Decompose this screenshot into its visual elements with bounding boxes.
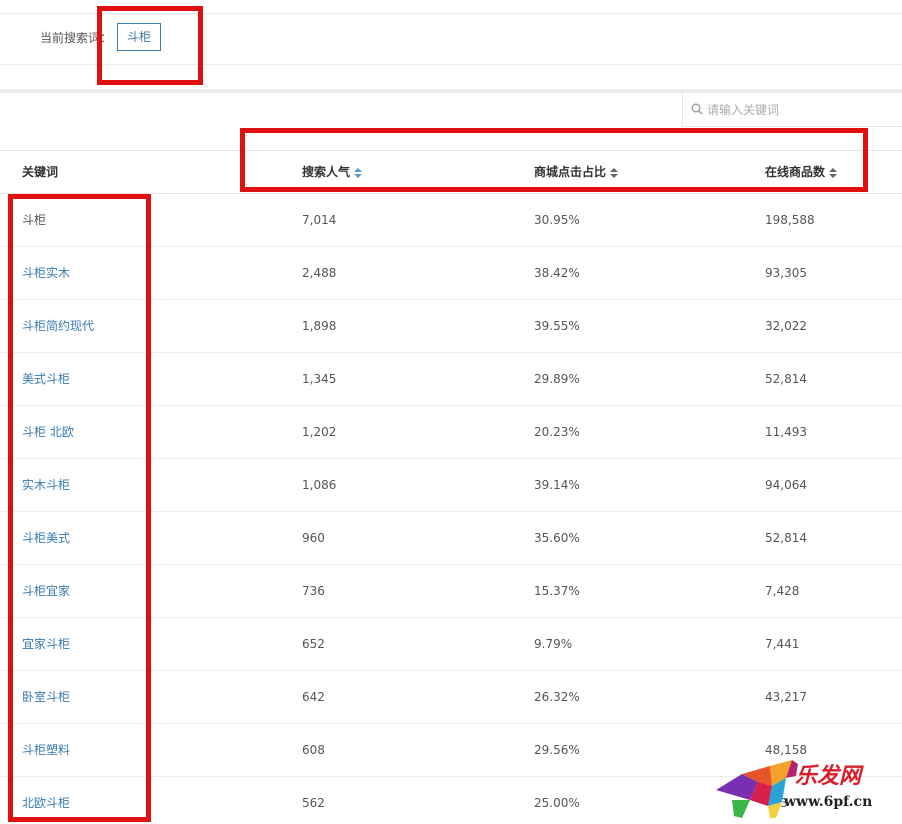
click-ratio-cell: 26.32% <box>534 670 765 724</box>
top-divider <box>0 13 902 14</box>
keyword-link[interactable]: 北欧斗柜 <box>0 776 302 824</box>
table-header-row: 关键词 搜索人气 商城点击占比 在线商品数 <box>0 151 902 194</box>
popularity-cell: 1,202 <box>302 405 534 459</box>
keyword-link[interactable]: 宜家斗柜 <box>0 617 302 671</box>
fox-logo-icon <box>716 760 798 818</box>
popularity-cell: 562 <box>302 776 534 824</box>
watermark-title: 乐发网 <box>795 763 862 789</box>
keyword-cell: 斗柜 <box>0 193 302 247</box>
click-ratio-cell: 35.60% <box>534 511 765 565</box>
online-items-cell: 32,022 <box>765 299 902 353</box>
section-divider <box>0 64 902 65</box>
current-search-label: 当前搜索词： <box>40 31 113 45</box>
popularity-cell: 1,345 <box>302 352 534 406</box>
keyword-table: 关键词 搜索人气 商城点击占比 在线商品数 斗柜 7,014 30.95% 19… <box>0 151 902 824</box>
keyword-link[interactable]: 斗柜美式 <box>0 511 302 565</box>
keyword-filter-input[interactable] <box>707 99 897 121</box>
table-row: 斗柜宜家 736 15.37% 7,428 <box>0 564 902 618</box>
keyword-link[interactable]: 斗柜实木 <box>0 246 302 300</box>
online-items-cell: 94,064 <box>765 458 902 512</box>
keyword-link[interactable]: 斗柜塑料 <box>0 723 302 777</box>
popularity-cell: 2,488 <box>302 246 534 300</box>
table-row: 斗柜简约现代 1,898 39.55% 32,022 <box>0 299 902 353</box>
popularity-cell: 960 <box>302 511 534 565</box>
table-row: 斗柜 北欧 1,202 20.23% 11,493 <box>0 405 902 459</box>
column-header-keyword: 关键词 <box>0 151 302 194</box>
online-items-cell: 7,428 <box>765 564 902 618</box>
online-items-cell: 52,814 <box>765 352 902 406</box>
click-ratio-cell: 15.37% <box>534 564 765 618</box>
click-ratio-cell: 29.89% <box>534 352 765 406</box>
click-ratio-cell: 38.42% <box>534 246 765 300</box>
search-icon <box>691 103 703 115</box>
table-row: 斗柜 7,014 30.95% 198,588 <box>0 193 902 247</box>
sort-icon[interactable] <box>354 167 363 178</box>
click-ratio-cell: 39.14% <box>534 458 765 512</box>
column-header-popularity[interactable]: 搜索人气 <box>302 151 534 194</box>
sort-icon[interactable] <box>610 167 619 178</box>
popularity-cell: 1,898 <box>302 299 534 353</box>
keyword-filter <box>682 93 902 127</box>
popularity-cell: 736 <box>302 564 534 618</box>
popularity-cell: 642 <box>302 670 534 724</box>
table-row: 美式斗柜 1,345 29.89% 52,814 <box>0 352 902 406</box>
watermark-url: www.6pf.cn <box>784 794 873 810</box>
click-ratio-cell: 30.95% <box>534 193 765 247</box>
online-items-cell: 7,441 <box>765 617 902 671</box>
table-row: 实木斗柜 1,086 39.14% 94,064 <box>0 458 902 512</box>
table-row: 斗柜实木 2,488 38.42% 93,305 <box>0 246 902 300</box>
click-ratio-cell: 20.23% <box>534 405 765 459</box>
keyword-link[interactable]: 实木斗柜 <box>0 458 302 512</box>
popularity-cell: 1,086 <box>302 458 534 512</box>
online-items-cell: 198,588 <box>765 193 902 247</box>
column-header-click-ratio[interactable]: 商城点击占比 <box>534 151 765 194</box>
sort-icon[interactable] <box>829 167 838 178</box>
current-search-tag[interactable]: 斗柜 <box>117 23 161 51</box>
keyword-link[interactable]: 斗柜 北欧 <box>0 405 302 459</box>
keyword-link[interactable]: 斗柜宜家 <box>0 564 302 618</box>
online-items-cell: 52,814 <box>765 511 902 565</box>
popularity-cell: 608 <box>302 723 534 777</box>
keyword-link[interactable]: 斗柜简约现代 <box>0 299 302 353</box>
popularity-cell: 7,014 <box>302 193 534 247</box>
keyword-link[interactable]: 卧室斗柜 <box>0 670 302 724</box>
online-items-cell: 93,305 <box>765 246 902 300</box>
table-row: 斗柜美式 960 35.60% 52,814 <box>0 511 902 565</box>
click-ratio-cell: 9.79% <box>534 617 765 671</box>
popularity-cell: 652 <box>302 617 534 671</box>
click-ratio-cell: 39.55% <box>534 299 765 353</box>
online-items-cell: 43,217 <box>765 670 902 724</box>
table-row: 宜家斗柜 652 9.79% 7,441 <box>0 617 902 671</box>
online-items-cell: 11,493 <box>765 405 902 459</box>
column-header-online-items[interactable]: 在线商品数 <box>765 151 902 194</box>
keyword-link[interactable]: 美式斗柜 <box>0 352 302 406</box>
table-row: 卧室斗柜 642 26.32% 43,217 <box>0 670 902 724</box>
site-watermark: 乐发网 www.6pf.cn <box>712 756 902 822</box>
